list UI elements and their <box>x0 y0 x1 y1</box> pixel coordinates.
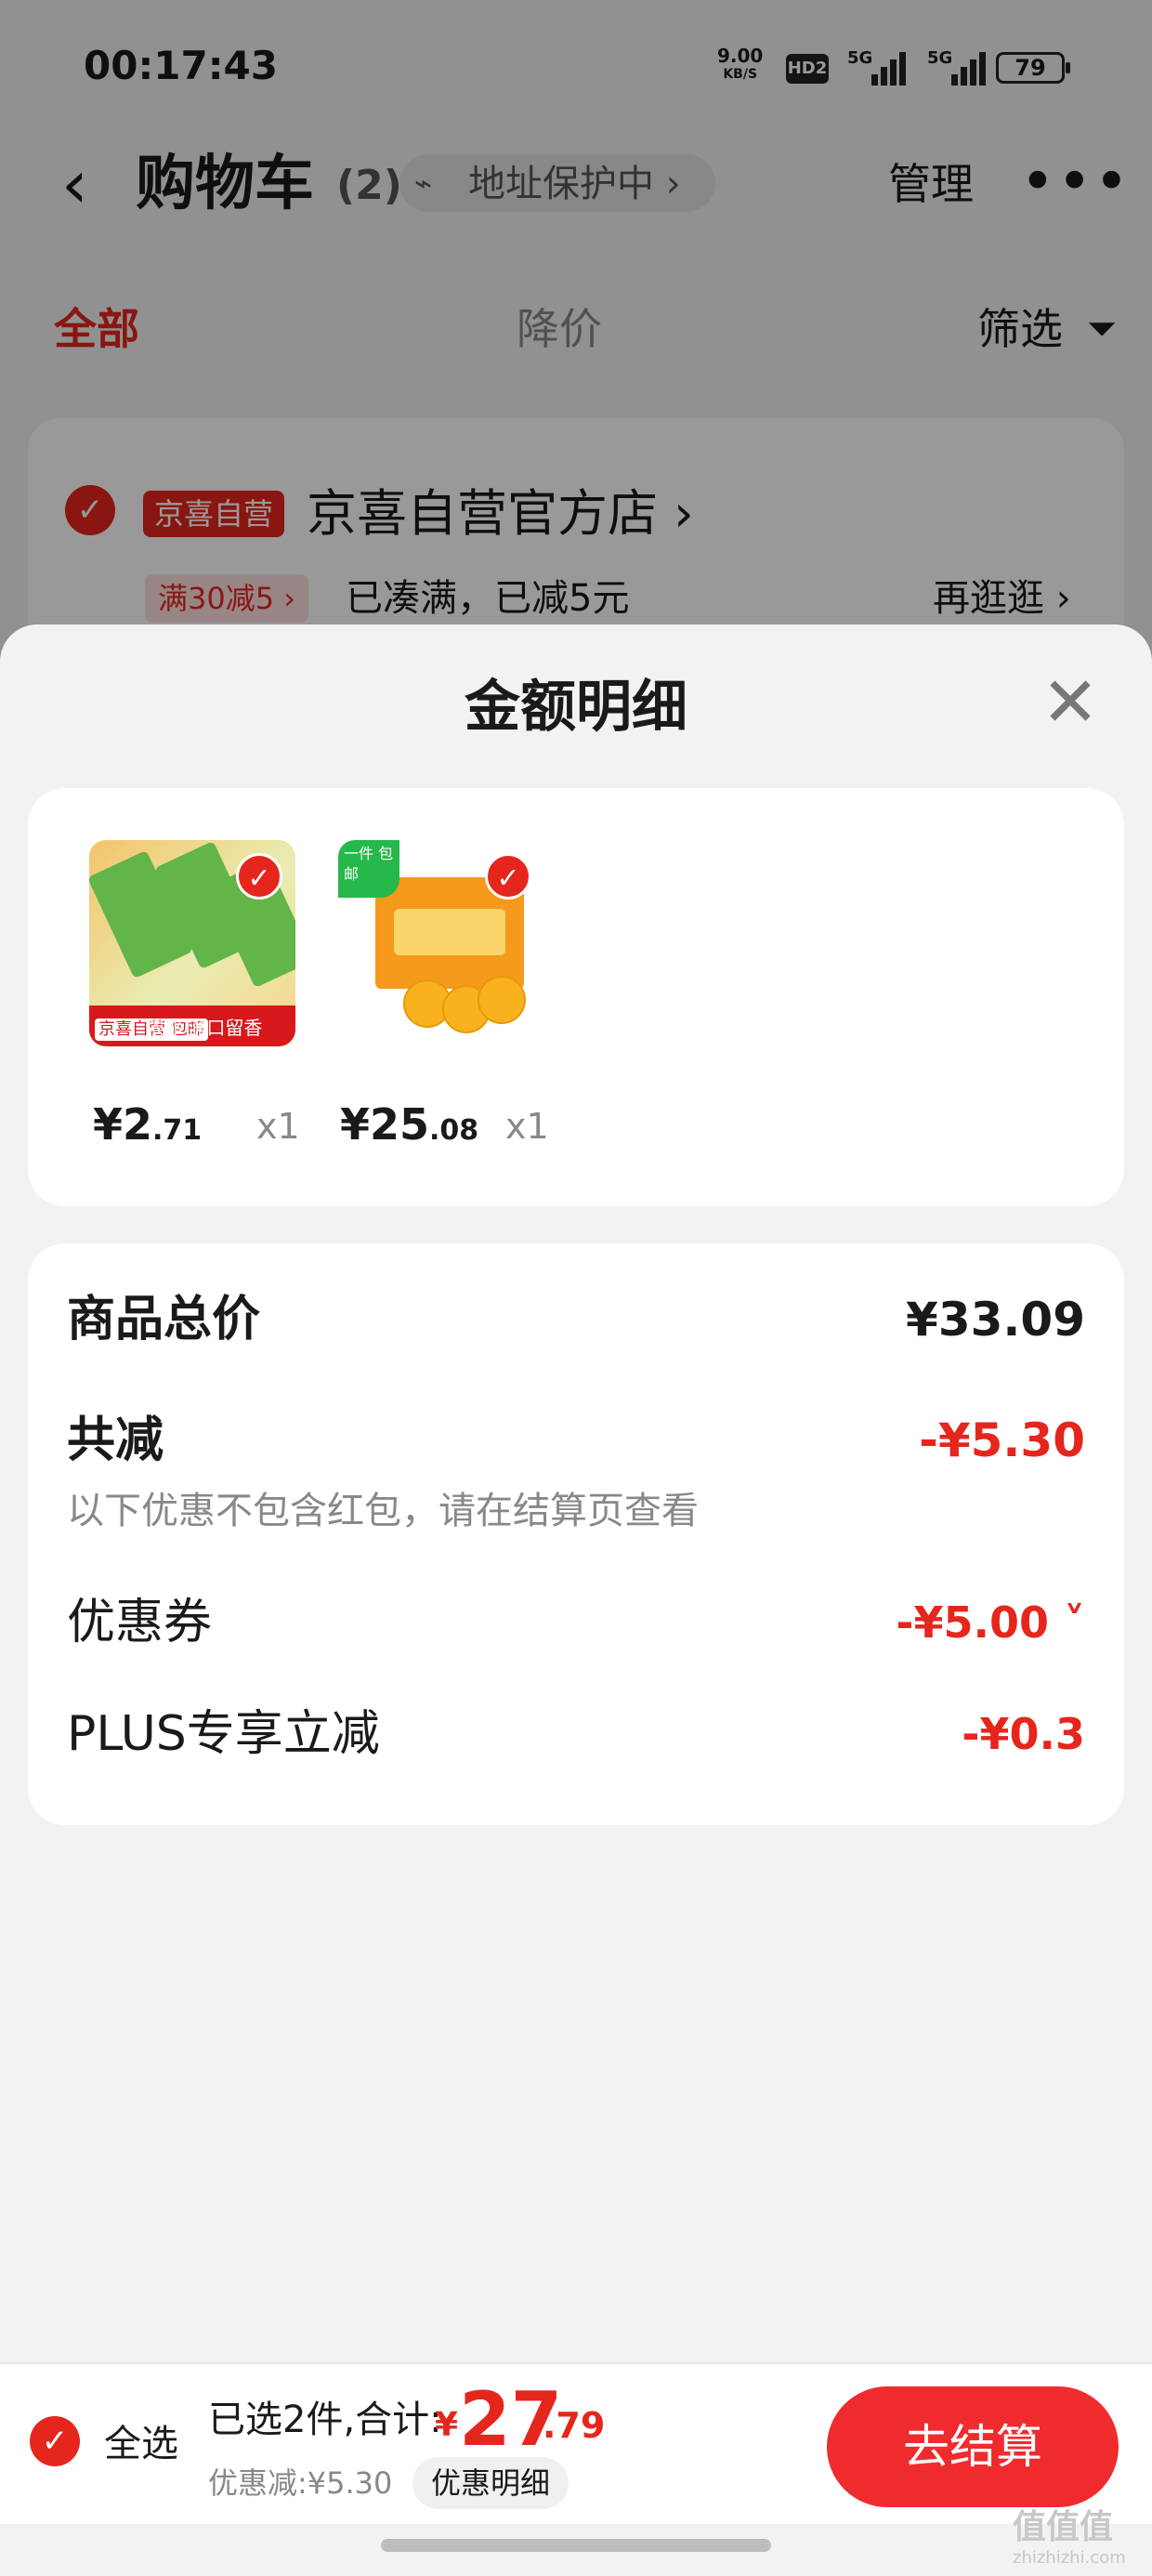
plus-discount-value: -¥0.3 <box>962 1709 1085 1759</box>
item-price: ¥2.71 <box>93 1098 202 1161</box>
item-qty: x1 <box>256 1106 300 1147</box>
select-all-checkbox[interactable]: ✓ <box>30 2416 80 2466</box>
item-price-dec: .71 <box>152 1114 203 1147</box>
item-price-int: ¥2 <box>93 1099 153 1150</box>
sheet-title: 金额明细 <box>465 675 687 740</box>
watermark-logo: 值值值 <box>1013 2508 1114 2546</box>
item-price: ¥25.08 <box>340 1098 478 1161</box>
total-amount-dec: .79 <box>543 2405 606 2446</box>
select-all-label[interactable]: 全选 <box>104 2420 178 2468</box>
home-indicator[interactable] <box>381 2539 771 2552</box>
checkout-bar: ✓ 全选 已选2件,合计: ¥ 27 .79 优惠减:¥5.30 优惠明细 去结… <box>0 2362 1152 2524</box>
check-icon: ✓ <box>236 853 282 900</box>
plus-discount-label: PLUS专享立减 <box>67 1706 380 1762</box>
selected-summary: 已选2件,合计: <box>208 2399 442 2441</box>
item-price-dec: .08 <box>429 1114 479 1147</box>
checkout-button[interactable]: 去结算 <box>827 2386 1119 2507</box>
items-card: 京喜自营 包邮 浓郁 满口留香 ✓ ¥2.71 x1 一件 包邮 ✓ ¥25.0… <box>28 788 1124 1206</box>
thumb-tag: 浓郁 满口留香 <box>145 1017 263 1039</box>
reduce-value: -¥5.30 <box>919 1413 1085 1467</box>
check-icon: ✓ <box>485 853 531 900</box>
item-qty: x1 <box>505 1106 549 1147</box>
product-thumbnail[interactable]: 一件 包邮 ✓ <box>338 840 544 1046</box>
coupon-label: 优惠券 <box>67 1595 213 1650</box>
amount-detail-sheet: 金额明细 ✕ 京喜自营 包邮 浓郁 满口留香 ✓ ¥2.71 x1 一件 包邮 … <box>0 624 1152 2576</box>
reduce-label: 共减 <box>67 1413 164 1468</box>
total-currency: ¥ <box>435 2406 459 2444</box>
price-summary-card: 商品总价 ¥33.09 共减 -¥5.30 以下优惠不包含红包，请在结算页查看 … <box>28 1243 1124 1825</box>
watermark-url: zhizhizhi.com <box>1013 2548 1126 2568</box>
item-price-int: ¥25 <box>340 1099 430 1150</box>
total-value: ¥33.09 <box>906 1293 1085 1347</box>
product-thumbnail[interactable]: 京喜自营 包邮 浓郁 满口留香 ✓ <box>89 840 295 1046</box>
coupon-value[interactable]: -¥5.00 ˅ <box>896 1593 1085 1652</box>
thumb-tag: 一件 包邮 <box>338 840 399 898</box>
discount-summary: 优惠减:¥5.30 <box>208 2465 393 2501</box>
close-icon[interactable]: ✕ <box>1033 665 1107 740</box>
total-label: 商品总价 <box>67 1292 261 1347</box>
reduce-note: 以下优惠不包含红包，请在结算页查看 <box>67 1490 699 1532</box>
discount-detail-button[interactable]: 优惠明细 <box>412 2457 569 2509</box>
